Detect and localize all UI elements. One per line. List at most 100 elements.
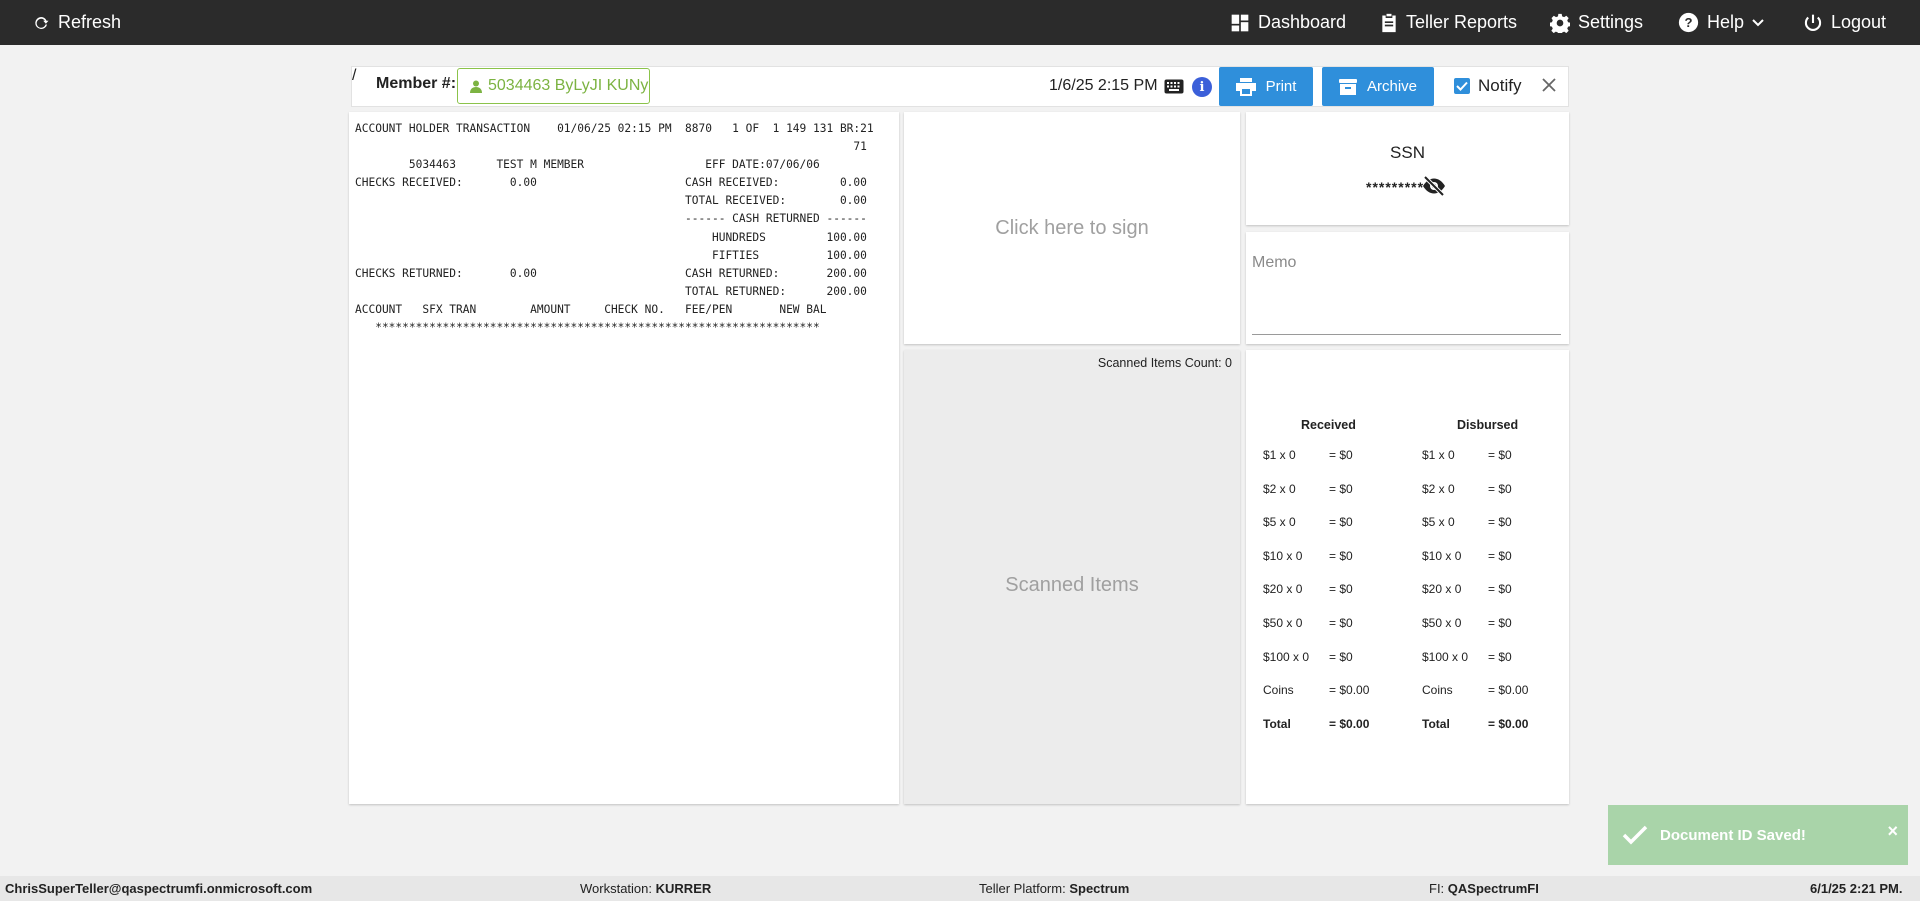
amount: = $0 [1329,515,1353,530]
denomination: Total [1263,716,1291,731]
amount: = $0 [1329,448,1353,462]
denomination: $5 x 0 [1422,515,1455,530]
denomination: Total [1422,716,1450,731]
denomination: $100 x 0 [1263,649,1310,664]
scanned-items-panel[interactable]: Scanned Items Count: 0 Scanned Items [904,350,1240,804]
workstation-value: KURRER [655,881,712,896]
receipt-line: ****************************************… [355,321,820,335]
print-label: Print [1265,78,1297,95]
amount: = $0.00 [1488,683,1529,698]
logout-button[interactable]: Logout [1803,0,1886,45]
success-toast: Document ID Saved! × [1608,805,1908,865]
disbursed-row: $50 x 0 = $0 [1422,616,1528,650]
keyboard-icon[interactable] [1164,79,1184,94]
teller-reports-label: Teller Reports [1406,12,1518,32]
scanned-items-title: Scanned Items [1005,574,1139,596]
disbursed-row: $10 x 0 = $0 [1422,549,1528,583]
disbursed-column: $1 x 0 = $0 $2 x 0 = $0 $5 x 0 = $0 $10 x 0… [1422,448,1528,750]
dashboard-label: Dashboard [1258,12,1347,32]
memo-field[interactable]: Memo [1246,232,1569,344]
received-total-row: Total = $0.00 [1263,717,1369,751]
footer-platform: Teller Platform: Spectrum [979,881,1129,896]
amount: = $0.00 [1488,716,1529,731]
fi-label: FI: [1429,881,1445,896]
denomination: Coins [1422,683,1453,698]
denomination: $100 x 0 [1422,649,1469,664]
transaction-datetime: 1/6/25 2:15 PM [1049,77,1158,94]
close-icon[interactable] [1541,77,1557,93]
signature-pad[interactable]: Click here to sign [904,112,1240,344]
disbursed-row: $5 x 0 = $0 [1422,515,1528,549]
member-chip[interactable]: 5034463 ByLyJI KUNy [457,68,650,104]
notify-checkbox[interactable] [1454,78,1470,94]
archive-button[interactable]: Archive [1322,67,1434,106]
denomination: $20 x 0 [1422,582,1462,597]
gear-icon [1550,13,1570,33]
disbursed-row: $20 x 0 = $0 [1422,582,1528,616]
receipt-line: 71 [355,140,867,154]
received-row: $20 x 0 = $0 [1263,582,1369,616]
amount: = $0 [1488,515,1512,530]
ssn-panel: SSN ********* [1246,112,1569,225]
settings-button[interactable]: Settings [1550,0,1643,45]
printer-icon [1235,77,1256,96]
eye-slash-icon[interactable] [1422,176,1446,196]
scanned-items-count: Scanned Items Count: 0 [1097,356,1232,370]
notify-toggle[interactable]: Notify [1454,76,1521,96]
checkmark-icon [1622,825,1648,845]
disbursed-row: $100 x 0 = $0 [1422,650,1528,684]
help-label: Help [1707,12,1745,32]
received-row: $100 x 0 = $0 [1263,650,1369,684]
dashboard-button[interactable]: Dashboard [1230,0,1346,45]
platform-value: Spectrum [1069,881,1130,896]
logout-label: Logout [1831,12,1887,32]
info-icon[interactable]: i [1192,77,1212,97]
amount: = $0 [1488,615,1512,630]
received-row: $5 x 0 = $0 [1263,515,1369,549]
denomination: $1 x 0 [1263,448,1296,462]
receipt-line: 5034463 TEST M MEMBER EFF DATE:07/06/06 [355,158,820,172]
user-icon [470,80,482,93]
received-row: $2 x 0 = $0 [1263,482,1369,516]
amount: = $0 [1488,649,1512,664]
amount: = $0 [1329,615,1353,630]
print-button[interactable]: Print [1219,67,1313,106]
footer-datetime-value: 6/1/25 2:21 PM. [1810,881,1903,896]
disbursed-row: $1 x 0 = $0 [1422,448,1528,482]
denomination: $50 x 0 [1422,615,1462,630]
refresh-button[interactable]: Refresh [32,0,121,45]
amount: = $0 [1329,481,1353,496]
amount: = $0 [1488,548,1512,563]
teller-reports-button[interactable]: Teller Reports [1380,0,1517,45]
settings-label: Settings [1578,12,1644,32]
denomination: $10 x 0 [1422,548,1462,563]
received-coins-row: Coins = $0.00 [1263,683,1369,717]
notify-label: Notify [1478,76,1522,95]
check-icon [1456,81,1468,91]
amount: = $0 [1329,548,1353,563]
received-column: $1 x 0 = $0 $2 x 0 = $0 $5 x 0 = $0 $10 x 0… [1263,448,1369,750]
toast-close-button[interactable]: × [1887,821,1898,842]
help-menu-button[interactable]: ? Help [1678,0,1764,45]
amount: = $0 [1329,649,1353,664]
footer-fi: FI: QASpectrumFI [1429,881,1539,896]
platform-label: Teller Platform: [979,881,1066,896]
member-number-label: Member #: [376,75,457,92]
ssn-label: SSN [1390,143,1425,162]
disbursed-coins-row: Coins = $0.00 [1422,683,1528,717]
received-heading: Received [1301,418,1356,432]
workstation-label: Workstation: [580,881,653,896]
receipt-panel: ACCOUNT HOLDER TRANSACTION 01/06/25 02:1… [349,112,899,804]
received-row: $10 x 0 = $0 [1263,549,1369,583]
power-icon [1804,14,1822,31]
footer-user: ChrisSuperTeller@qaspectrumfi.onmicrosof… [5,881,312,896]
footer-datetime: 6/1/25 2:21 PM. [1810,881,1903,896]
archive-icon [1338,78,1357,95]
receipt-line: CHECKS RECEIVED: 0.00 CASH RECEIVED: 0.0… [355,176,867,190]
memo-underline [1252,334,1561,335]
receipt-line: ACCOUNT SFX TRAN AMOUNT CHECK NO. FEE/PE… [355,302,827,316]
denomination: $1 x 0 [1422,448,1455,462]
denomination: $10 x 0 [1263,548,1303,563]
denomination: Coins [1263,683,1294,698]
amount: = $0.00 [1329,683,1370,698]
